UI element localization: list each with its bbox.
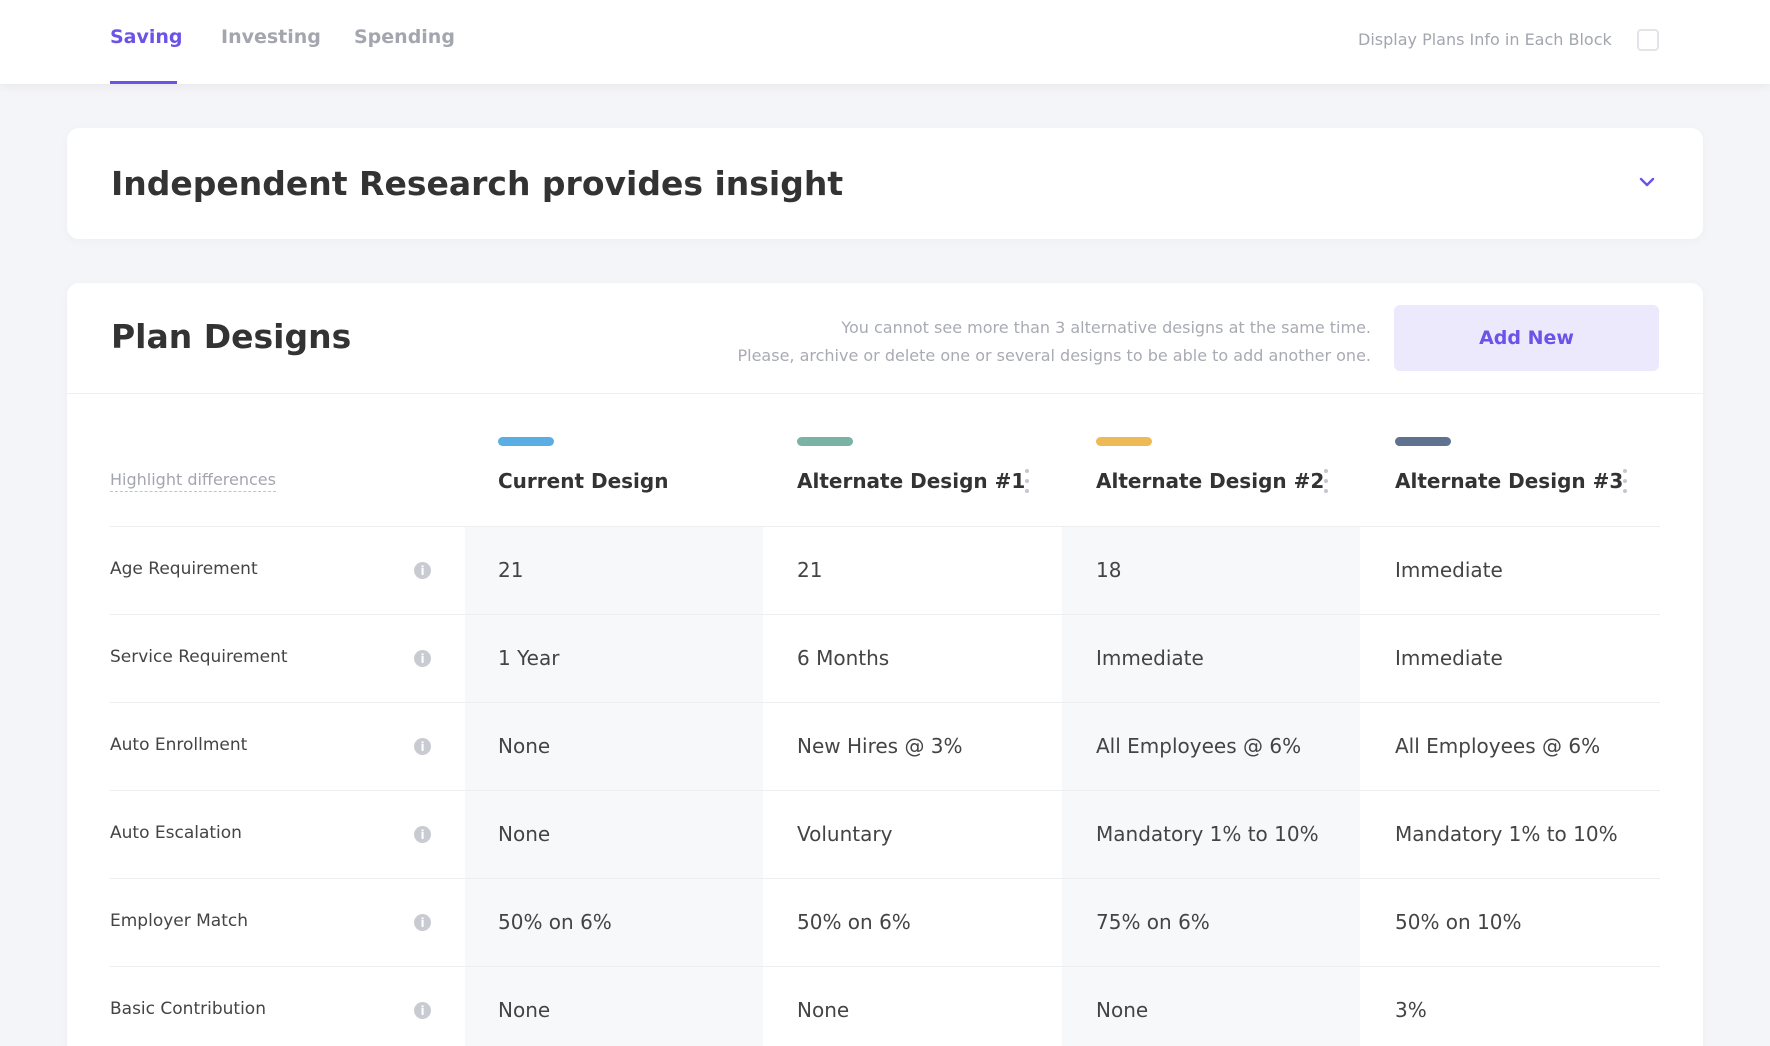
plans-title: Plan Designs [111,317,352,356]
column-title: Alternate Design #2 [1096,469,1325,493]
row-label: Service Requirement [110,647,288,667]
table-row: Auto Escalation i None Voluntary Mandato… [110,790,1660,878]
cell-alt-2: All Employees @ 6% [1096,734,1302,758]
plans-note-line-2: Please, archive or delete one or several… [737,346,1371,365]
display-plans-info-label: Display Plans Info in Each Block [1358,30,1612,49]
cell-alt-3: Immediate [1395,558,1503,582]
cell-current: None [498,822,551,846]
cell-alt-1: 6 Months [797,646,890,670]
cell-alt-3: Mandatory 1% to 10% [1395,822,1618,846]
cell-alt-1: New Hires @ 3% [797,734,963,758]
row-label: Auto Enrollment [110,735,248,755]
tab-spending[interactable]: Spending [354,26,455,48]
table-row: Auto Enrollment i None New Hires @ 3% Al… [110,702,1660,790]
column-color-bar [1096,437,1152,446]
cell-current: None [498,734,551,758]
row-label: Employer Match [110,911,249,931]
more-options-icon[interactable] [1021,469,1033,493]
row-label: Basic Contribution [110,999,266,1019]
cell-alt-1: Voluntary [797,822,893,846]
cell-alt-3: Immediate [1395,646,1503,670]
cell-alt-3: All Employees @ 6% [1395,734,1601,758]
tab-saving[interactable]: Saving [110,26,183,48]
cell-alt-2: None [1096,998,1149,1022]
add-new-button[interactable]: Add New [1394,305,1659,371]
table-row: Basic Contribution i None None None 3% [110,966,1660,1046]
highlight-differences-link[interactable]: Highlight differences [110,470,276,492]
info-icon[interactable]: i [414,1002,431,1019]
cell-alt-2: Mandatory 1% to 10% [1096,822,1319,846]
plans-note-line-1: You cannot see more than 3 alternative d… [841,318,1371,337]
column-title: Current Design [498,469,669,493]
info-icon[interactable]: i [414,650,431,667]
table-row: Employer Match i 50% on 6% 50% on 6% 75%… [110,878,1660,966]
display-plans-info-checkbox[interactable] [1637,29,1659,51]
table-row: Service Requirement i 1 Year 6 Months Im… [110,614,1660,702]
column-color-bar [498,437,554,446]
column-title: Alternate Design #3 [1395,469,1624,493]
info-icon[interactable]: i [414,914,431,931]
column-color-bar [797,437,853,446]
column-color-bar [1395,437,1451,446]
cell-current: None [498,998,551,1022]
cell-current: 50% on 6% [498,910,612,934]
info-icon[interactable]: i [414,826,431,843]
column-title: Alternate Design #1 [797,469,1026,493]
cell-alt-1: 21 [797,558,823,582]
info-icon[interactable]: i [414,562,431,579]
research-card[interactable]: Independent Research provides insight [67,128,1703,239]
row-label: Auto Escalation [110,823,242,843]
research-title: Independent Research provides insight [111,164,844,203]
cell-alt-2: 75% on 6% [1096,910,1210,934]
cell-alt-2: Immediate [1096,646,1204,670]
info-icon[interactable]: i [414,738,431,755]
chevron-down-icon[interactable] [1637,172,1657,192]
plans-limit-note: You cannot see more than 3 alternative d… [737,314,1371,370]
row-label: Age Requirement [110,559,258,579]
cell-alt-1: 50% on 6% [797,910,911,934]
cell-current: 21 [498,558,524,582]
cell-alt-3: 3% [1395,998,1427,1022]
cell-alt-3: 50% on 10% [1395,910,1522,934]
top-nav: Saving Investing Spending Display Plans … [0,0,1770,84]
cell-alt-2: 18 [1096,558,1122,582]
cell-alt-1: None [797,998,850,1022]
header-divider [67,393,1703,394]
more-options-icon[interactable] [1619,469,1631,493]
more-options-icon[interactable] [1320,469,1332,493]
tab-investing[interactable]: Investing [221,26,321,48]
active-tab-indicator [110,81,177,84]
cell-current: 1 Year [498,646,560,670]
table-row: Age Requirement i 21 21 18 Immediate [110,526,1660,614]
